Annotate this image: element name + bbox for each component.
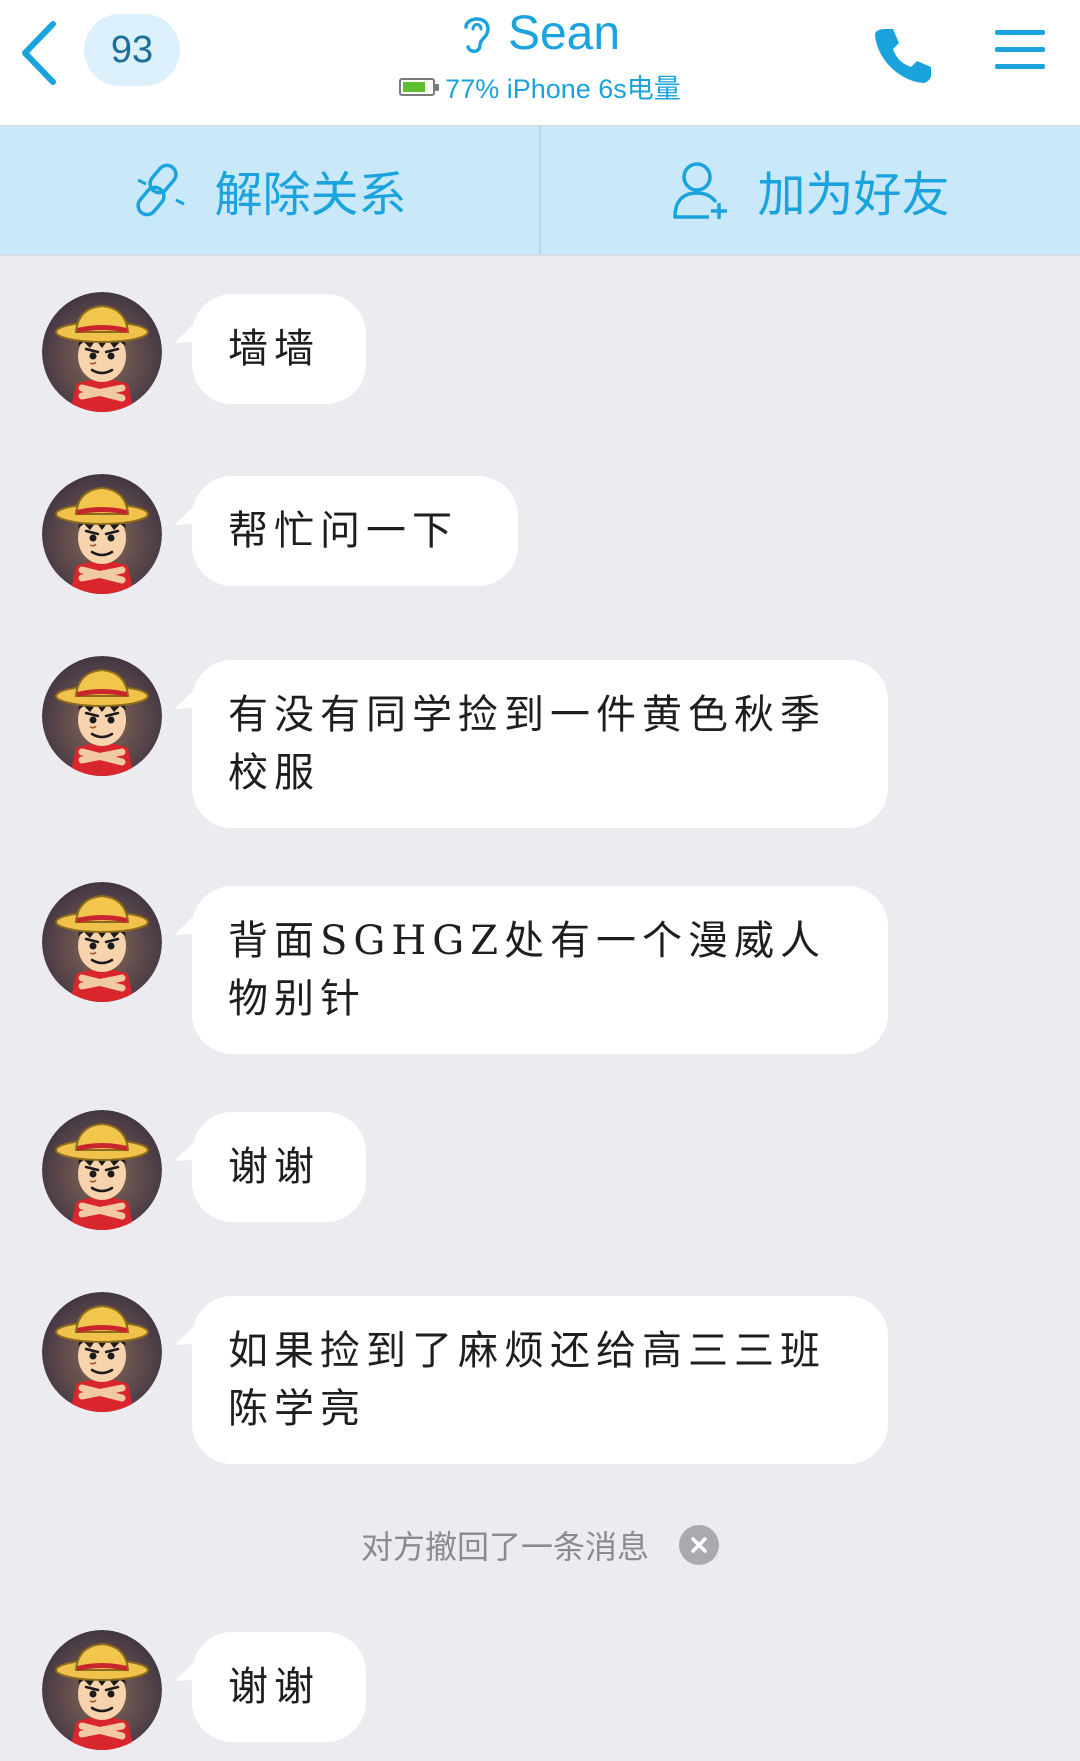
recall-notice: 对方撤回了一条消息 — [0, 1522, 1080, 1568]
close-icon — [691, 1537, 707, 1553]
dismiss-recall-button[interactable] — [679, 1525, 719, 1565]
menu-icon — [995, 30, 1045, 69]
message-bubble[interactable]: 帮忙问一下 — [192, 476, 518, 586]
device-status: 77% iPhone 6s电量 — [445, 74, 681, 104]
broken-link-icon — [136, 163, 186, 217]
battery-fill — [403, 81, 426, 92]
avatar[interactable] — [42, 1110, 162, 1230]
phone-icon — [875, 29, 931, 83]
avatar[interactable] — [42, 1292, 162, 1412]
message-bubble[interactable]: 墙墙 — [192, 294, 366, 404]
message-bubble[interactable]: 背面SGHGZ处有一个漫威人物别针 — [192, 886, 888, 1054]
add-friend-button[interactable]: 加为好友 — [539, 126, 1080, 254]
battery-icon — [399, 77, 440, 96]
message-bubble[interactable]: 谢谢 — [192, 1112, 366, 1222]
contact-name: Sean — [507, 7, 621, 60]
message-bubble[interactable]: 如果捡到了麻烦还给高三三班陈学亮 — [192, 1296, 888, 1464]
message-bubble[interactable]: 谢谢 — [192, 1632, 366, 1742]
add-user-icon — [673, 162, 728, 219]
recall-notice-text: 对方撤回了一条消息 — [360, 1528, 649, 1566]
add-friend-label: 加为好友 — [757, 167, 950, 223]
ear-icon — [464, 16, 490, 53]
unlink-label: 解除关系 — [214, 167, 407, 223]
avatar[interactable] — [42, 656, 162, 776]
message-bubble[interactable]: 有没有同学捡到一件黄色秋季校服 — [192, 660, 888, 828]
call-button[interactable] — [868, 20, 938, 90]
chat-header: 93 Sean 77% iPhone 6s电量 — [0, 0, 1080, 126]
avatar[interactable] — [42, 882, 162, 1002]
relationship-action-bar: 解除关系 加为好友 — [0, 126, 1080, 256]
avatar[interactable] — [42, 292, 162, 412]
avatar[interactable] — [42, 474, 162, 594]
menu-button[interactable] — [990, 20, 1050, 80]
avatar[interactable] — [42, 1630, 162, 1750]
unlink-button[interactable]: 解除关系 — [0, 126, 539, 254]
